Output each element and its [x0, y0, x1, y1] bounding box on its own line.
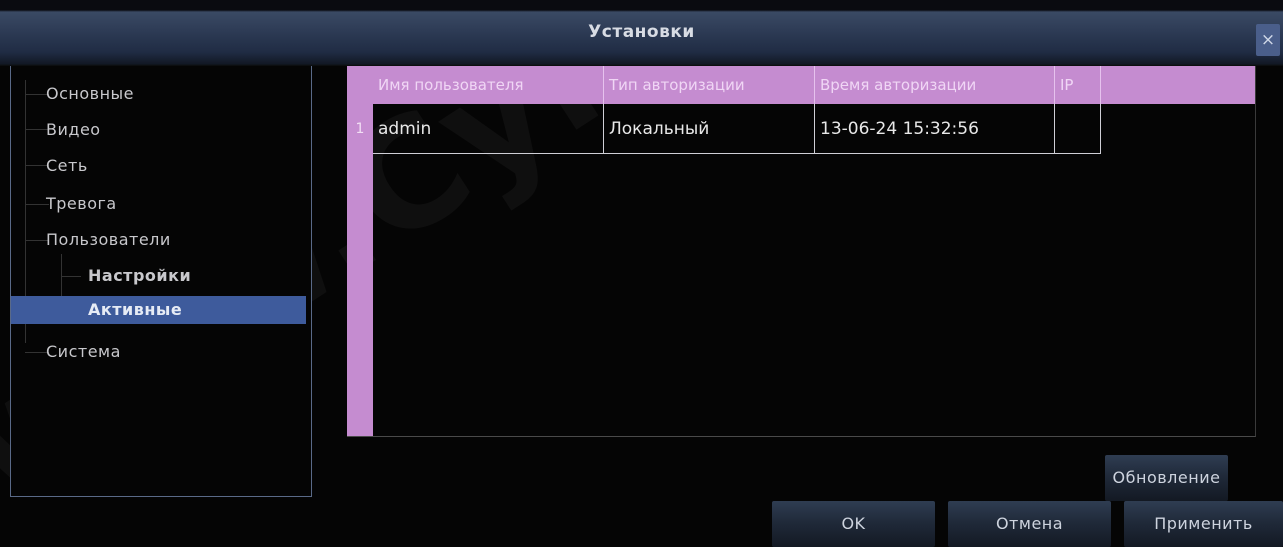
column-header-auth-type[interactable]: Тип авторизации	[604, 66, 815, 104]
sidebar-item-label: Видео	[46, 120, 101, 139]
cancel-button[interactable]: Отмена	[948, 501, 1111, 547]
window-title: Установки	[588, 22, 695, 42]
sidebar-item-label: Сеть	[46, 156, 88, 175]
active-users-table: Имя пользователя Тип авторизации Время а…	[347, 66, 1256, 437]
column-header-auth-time[interactable]: Время авторизации	[815, 66, 1055, 104]
table-header: Имя пользователя Тип авторизации Время а…	[373, 66, 1255, 104]
cell-ip	[1055, 104, 1101, 154]
sidebar-item-users[interactable]: Пользователи	[11, 226, 311, 254]
sidebar-item-label: Система	[46, 342, 121, 361]
cell-auth-type: Локальный	[604, 104, 815, 154]
sidebar-item-label: Пользователи	[46, 230, 171, 249]
column-header-ip[interactable]: IP	[1055, 66, 1101, 104]
close-button[interactable]: ×	[1256, 24, 1280, 56]
column-header-username[interactable]: Имя пользователя	[373, 66, 604, 104]
sidebar-item-alarm[interactable]: Тревога	[11, 190, 311, 218]
sidebar-item-basic[interactable]: Основные	[11, 80, 311, 108]
apply-button[interactable]: Применить	[1124, 501, 1283, 547]
refresh-button[interactable]: Обновление	[1105, 455, 1228, 501]
cell-username: admin	[373, 104, 604, 154]
row-number: 1	[355, 121, 365, 137]
sidebar-item-video[interactable]: Видео	[11, 116, 311, 144]
sidebar-item-user-settings[interactable]: Настройки	[11, 262, 311, 290]
sidebar-item-active-users[interactable]: Активные	[11, 296, 306, 324]
sidebar-item-label: Активные	[88, 300, 183, 319]
ok-button[interactable]: OK	[772, 501, 935, 547]
sidebar-item-system[interactable]: Система	[11, 338, 311, 366]
settings-window: www.Cyfron.ru Установки × Основные Видео…	[0, 0, 1283, 547]
sidebar-item-network[interactable]: Сеть	[11, 152, 311, 180]
sidebar-item-label: Тревога	[46, 194, 117, 213]
close-icon: ×	[1260, 30, 1276, 50]
sidebar-item-label: Основные	[46, 84, 135, 103]
sidebar-item-label: Настройки	[88, 266, 192, 285]
cell-auth-time: 13-06-24 15:32:56	[815, 104, 1055, 154]
sidebar-nav: Основные Видео Сеть Тревога Пользователи…	[10, 66, 312, 497]
title-bar: Установки ×	[0, 0, 1283, 66]
